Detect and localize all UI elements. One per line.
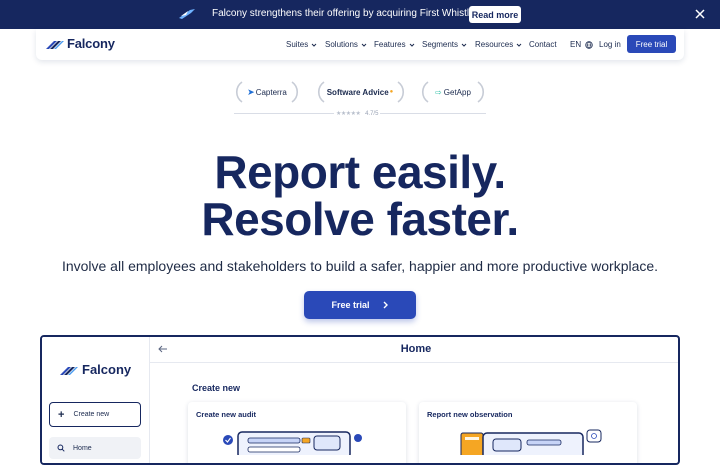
chevron-right-icon xyxy=(383,301,388,309)
laurel-left-icon xyxy=(421,81,429,103)
hero-free-trial-button[interactable]: Free trial xyxy=(304,291,416,319)
read-more-button[interactable]: Read more xyxy=(469,6,521,23)
nav-features-label: Features xyxy=(374,40,406,49)
nav-contact[interactable]: Contact xyxy=(529,40,557,49)
globe-icon xyxy=(585,40,593,49)
hero-subtitle: Involve all employees and stakeholders t… xyxy=(61,258,659,274)
observation-illustration xyxy=(460,429,602,455)
app-brand-name: Falcony xyxy=(82,362,132,377)
laurel-right-icon xyxy=(291,81,299,103)
nav-suites[interactable]: Suites xyxy=(286,40,317,49)
chevron-down-icon xyxy=(516,43,522,47)
review-badges: ➤ Capterra Software Advice ● ⇨ GetApp xyxy=(234,80,486,106)
laurel-right-icon xyxy=(477,81,485,103)
hero-headline-line2: Resolve faster. xyxy=(201,193,519,245)
app-sidebar: Falcony + Create new Home xyxy=(42,337,150,463)
laurel-left-icon xyxy=(235,81,243,103)
announcement-message: Falcony strengthens their offering by ac… xyxy=(212,8,475,19)
app-home-label: Home xyxy=(73,444,92,452)
create-audit-title: Create new audit xyxy=(196,410,257,419)
app-topbar: Home xyxy=(150,337,678,363)
falcony-logo-icon xyxy=(60,366,78,375)
laurel-left-icon xyxy=(317,81,325,103)
app-page-title: Home xyxy=(400,343,432,355)
close-icon[interactable] xyxy=(694,8,706,20)
nav-solutions[interactable]: Solutions xyxy=(325,40,367,49)
app-create-new-button[interactable]: + Create new xyxy=(49,402,141,427)
main-navbar: Falcony Suites Solutions Features Segmen… xyxy=(36,29,684,60)
chevron-down-icon xyxy=(409,43,414,47)
nav-resources-label: Resources xyxy=(475,40,514,49)
app-preview: Falcony + Create new Home Home Create ne… xyxy=(40,335,680,465)
falcony-bird-icon xyxy=(179,9,195,19)
login-link[interactable]: Log in xyxy=(599,40,621,49)
create-audit-card[interactable]: Create new audit xyxy=(188,402,406,463)
rating-value: 4.7/5 xyxy=(365,111,379,117)
nav-segments-label: Segments xyxy=(422,40,459,49)
getapp-badge[interactable]: ⇨ GetApp xyxy=(431,80,475,104)
software-advice-badge[interactable]: Software Advice ● xyxy=(326,80,394,104)
brand-logo[interactable]: Falcony xyxy=(45,36,115,51)
report-observation-title: Report new observation xyxy=(427,410,513,419)
capterra-badge[interactable]: ➤ Capterra xyxy=(246,80,288,104)
getapp-label: GetApp xyxy=(443,87,471,97)
language-selector[interactable]: EN xyxy=(570,40,593,49)
nav-suites-label: Suites xyxy=(286,40,309,49)
app-brand-logo: Falcony xyxy=(59,362,131,377)
plus-icon: + xyxy=(58,408,65,421)
audit-illustration xyxy=(223,431,362,455)
software-advice-label: Software Advice xyxy=(326,87,389,97)
announcement-bar: Falcony strengthens their offering by ac… xyxy=(0,0,720,29)
app-create-label: Create new xyxy=(73,411,110,418)
nav-segments[interactable]: Segments xyxy=(422,40,467,49)
nav-resources[interactable]: Resources xyxy=(475,40,522,49)
chevron-down-icon xyxy=(461,43,467,47)
report-observation-card[interactable]: Report new observation xyxy=(419,402,637,463)
brand-name: Falcony xyxy=(67,36,115,51)
hero-headline-line1: Report easily. xyxy=(214,146,506,198)
language-label: EN xyxy=(570,40,582,49)
app-sidebar-item-home[interactable]: Home xyxy=(49,437,141,459)
nav-free-trial-button[interactable]: Free trial xyxy=(627,35,676,53)
search-icon xyxy=(57,444,65,452)
nav-solutions-label: Solutions xyxy=(325,40,358,49)
stars-icon: ★★★★★ xyxy=(336,111,361,117)
chevron-down-icon xyxy=(311,43,317,47)
hero-cta-label: Free trial xyxy=(331,300,370,310)
laurel-right-icon xyxy=(397,81,405,103)
nav-features[interactable]: Features xyxy=(374,40,415,49)
rating-summary: ★★★★★ 4.7/5 xyxy=(334,110,381,117)
capterra-label: Capterra xyxy=(255,87,287,97)
chevron-down-icon xyxy=(361,43,367,47)
app-section-title: Create new xyxy=(192,383,241,393)
falcony-logo-icon xyxy=(46,40,64,49)
